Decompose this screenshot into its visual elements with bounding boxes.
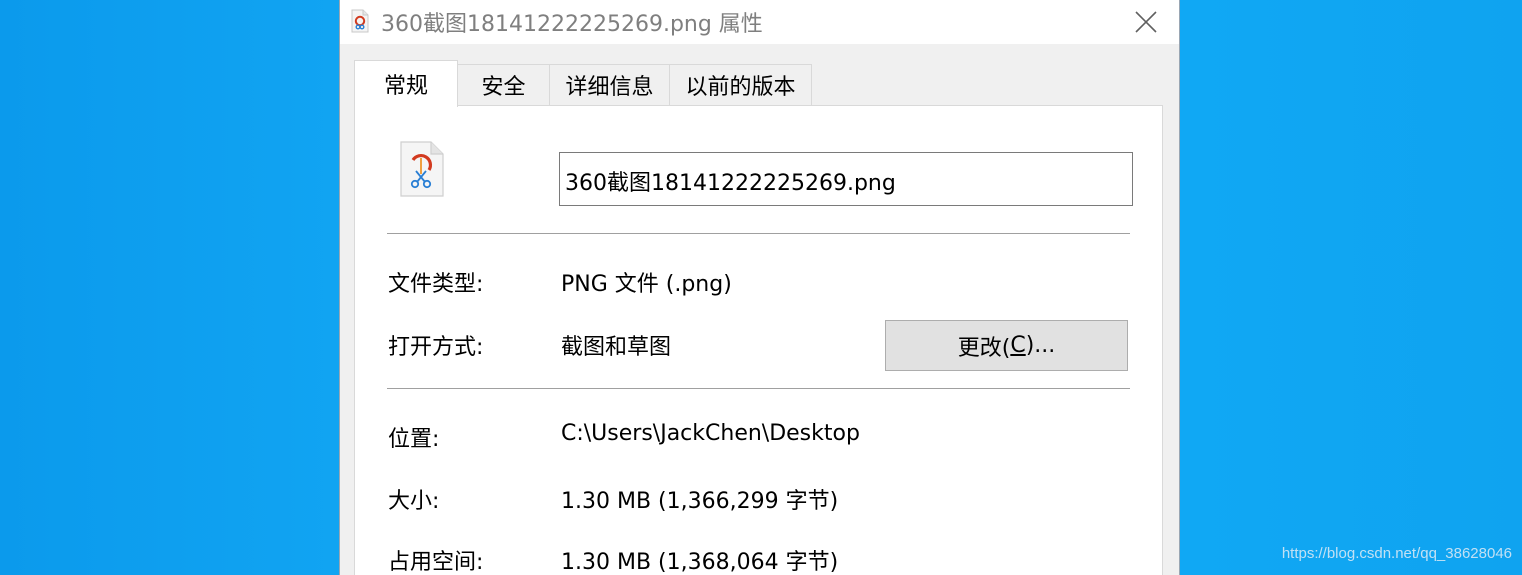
file-type-label: 文件类型: xyxy=(388,272,484,297)
image-file-icon xyxy=(351,9,369,33)
location-label: 位置: xyxy=(388,427,440,452)
title-bar[interactable]: 360截图18141222225269.png 属性 xyxy=(340,0,1179,44)
opens-with-value: 截图和草图 xyxy=(561,335,672,360)
size-label: 大小: xyxy=(388,489,440,514)
tab-security[interactable]: 安全 xyxy=(457,64,550,105)
desktop-background-right xyxy=(1180,0,1522,575)
tab-label: 详细信息 xyxy=(565,75,654,100)
change-button-prefix: 更改( xyxy=(957,335,1011,361)
snipping-image-file-icon xyxy=(400,141,444,197)
filename-field[interactable] xyxy=(559,152,1133,206)
tab-general[interactable]: 常规 xyxy=(354,60,458,107)
tab-details[interactable]: 详细信息 xyxy=(549,64,670,105)
opens-with-label: 打开方式: xyxy=(388,335,484,360)
tab-previous-versions[interactable]: 以前的版本 xyxy=(669,64,812,105)
general-tab-panel: 文件类型: PNG 文件 (.png) 打开方式: 截图和草图 更改(C)...… xyxy=(354,105,1163,575)
close-icon xyxy=(1135,11,1157,33)
divider xyxy=(387,233,1130,234)
size-value: 1.30 MB (1,366,299 字节) xyxy=(561,489,839,514)
tab-label: 以前的版本 xyxy=(685,75,796,100)
size-on-disk-value: 1.30 MB (1,368,064 字节) xyxy=(561,550,839,575)
file-type-value: PNG 文件 (.png) xyxy=(561,272,732,297)
location-value: C:\Users\JackChen\Desktop xyxy=(561,421,860,446)
size-on-disk-label: 占用空间: xyxy=(388,550,484,575)
change-button[interactable]: 更改(C)... xyxy=(885,320,1128,371)
divider xyxy=(387,388,1130,389)
tab-label: 常规 xyxy=(383,74,428,99)
desktop-background-left xyxy=(0,0,340,575)
properties-dialog: 360截图18141222225269.png 属性 常规 安全 详细信息 以前… xyxy=(339,0,1180,575)
tab-label: 安全 xyxy=(481,75,526,100)
window-title: 360截图18141222225269.png 属性 xyxy=(381,12,763,37)
change-button-accelerator: C xyxy=(1010,333,1026,358)
change-button-suffix: )... xyxy=(1025,333,1056,358)
watermark-text: https://blog.csdn.net/qq_38628046 xyxy=(1281,545,1512,562)
close-button[interactable] xyxy=(1113,0,1179,44)
tab-strip: 常规 安全 详细信息 以前的版本 xyxy=(354,60,1154,107)
